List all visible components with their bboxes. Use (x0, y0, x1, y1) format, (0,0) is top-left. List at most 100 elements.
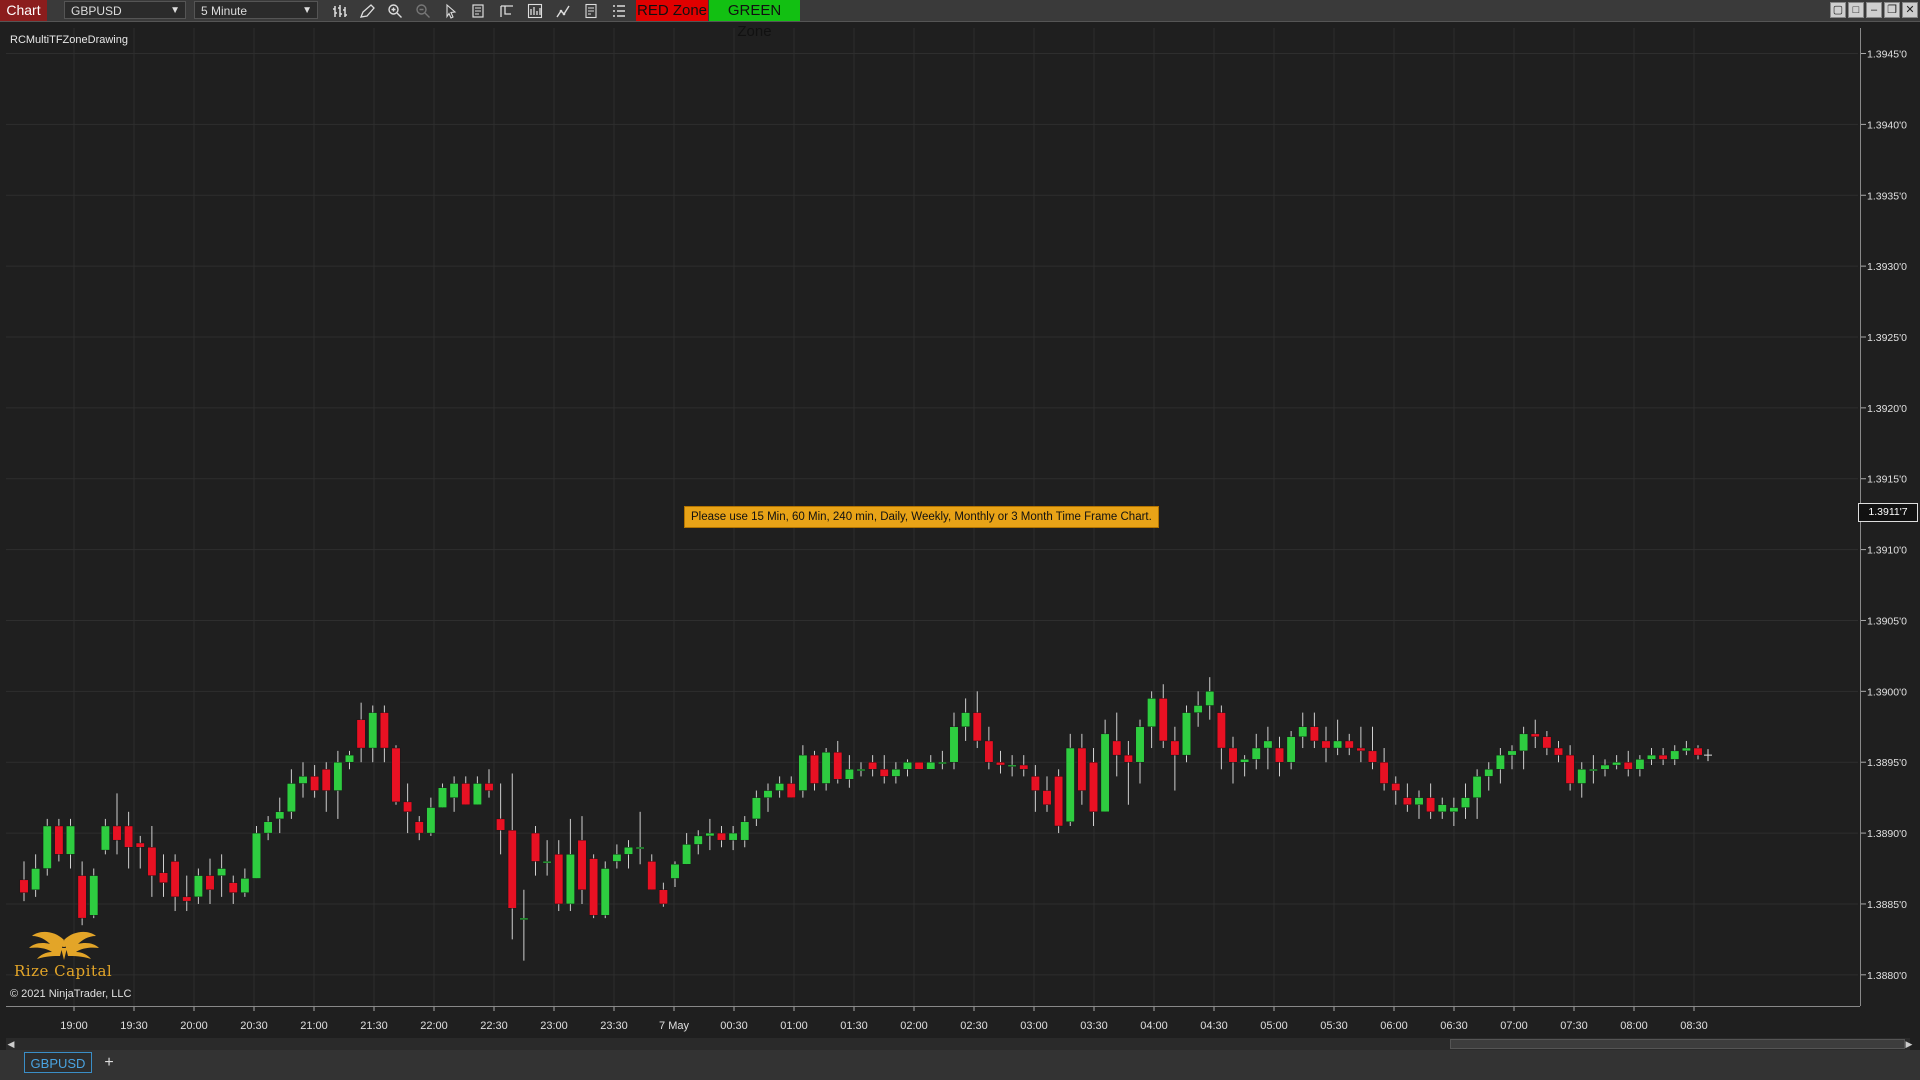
candle-body (19, 879, 29, 893)
candle-body (414, 821, 424, 834)
candle (1681, 740, 1691, 756)
candle-body (961, 712, 971, 727)
candle-body (1507, 750, 1517, 756)
candle-body (379, 712, 389, 749)
candle-body (565, 854, 575, 905)
candle (124, 811, 134, 869)
candle-body (1344, 740, 1354, 749)
scroll-left-icon[interactable]: ◀ (6, 1039, 16, 1049)
candle (1461, 783, 1470, 819)
candle-body (1484, 769, 1494, 777)
candle-body (844, 769, 854, 780)
candle (1472, 769, 1482, 819)
candle-body (1077, 747, 1087, 791)
candle (635, 811, 645, 865)
scrollbar-thumb[interactable] (1450, 1039, 1905, 1049)
candle (298, 762, 308, 798)
candle-body (717, 832, 726, 841)
candle-body (100, 825, 110, 851)
candle-body (1333, 740, 1343, 749)
candle (1402, 783, 1412, 812)
candle (438, 783, 447, 808)
scroll-right-icon[interactable]: ▶ (1904, 1039, 1914, 1049)
candle-body (705, 832, 715, 837)
candle-body (949, 726, 959, 763)
candle-body (1205, 691, 1215, 706)
tab-gbpusd[interactable]: GBPUSD (24, 1052, 92, 1073)
candle-body (1030, 776, 1040, 791)
candle-body (42, 825, 52, 869)
candle-body (1449, 807, 1459, 813)
candle (1147, 691, 1157, 749)
add-tab-button[interactable]: + (100, 1052, 118, 1073)
candle-body (612, 854, 622, 862)
candle-body (1054, 776, 1064, 827)
candle (531, 825, 540, 876)
candle-body (937, 762, 947, 764)
candle-body (542, 861, 552, 864)
candle (600, 861, 610, 919)
candle-body (1379, 762, 1389, 784)
candle (1263, 726, 1273, 770)
candle-body (1530, 733, 1540, 737)
candle-body (682, 844, 692, 865)
candle-body (972, 712, 982, 742)
candle-body (775, 783, 785, 791)
candle-body (1135, 726, 1145, 763)
candle-body (577, 839, 587, 890)
candle-body (1623, 762, 1633, 770)
logo-text: Rize Capital (14, 962, 113, 980)
candle-body (926, 762, 936, 770)
candle-body (1112, 740, 1122, 756)
candle (1554, 740, 1563, 763)
candle (205, 858, 215, 904)
candle-body (1100, 733, 1110, 813)
candle (182, 875, 192, 912)
candle-body (1647, 754, 1656, 760)
candle (949, 712, 959, 770)
candle (751, 790, 761, 826)
candle-body (1286, 736, 1296, 763)
candle-body (403, 801, 413, 813)
candle (77, 861, 87, 926)
candle-body (763, 790, 773, 798)
candle-body (1321, 740, 1331, 749)
candle (31, 854, 41, 897)
candle (1123, 740, 1133, 805)
candle (856, 762, 866, 777)
candle-body (193, 875, 203, 898)
candle (577, 816, 587, 904)
candle (1449, 797, 1459, 826)
candle (240, 868, 250, 897)
candle (112, 793, 122, 855)
candle (891, 762, 901, 784)
candle (1228, 736, 1238, 784)
candle-body (252, 832, 261, 879)
candle (193, 868, 203, 904)
candle-body (263, 821, 273, 834)
candle (868, 755, 878, 777)
candle (1612, 755, 1622, 770)
candle-body (1693, 747, 1703, 756)
indicator-label[interactable]: RCMultiTFZoneDrawing (10, 34, 128, 46)
candle (1205, 677, 1215, 720)
candle-body (1019, 764, 1029, 770)
candle (1693, 745, 1703, 760)
candle (263, 816, 273, 841)
candle-body (345, 754, 354, 763)
candle (42, 818, 52, 876)
candle-body (124, 825, 134, 848)
candle-body (1565, 754, 1575, 784)
candle (147, 825, 157, 897)
candle-body (461, 783, 471, 805)
candle (496, 783, 506, 855)
candle-body (1193, 705, 1203, 713)
time-axis[interactable] (6, 1006, 1860, 1039)
candle (1007, 755, 1017, 777)
candle (1565, 745, 1575, 791)
candle (810, 750, 819, 791)
candle-body (1495, 754, 1505, 770)
candle-body (693, 835, 703, 845)
candle-body (868, 762, 878, 770)
candle (228, 875, 238, 904)
